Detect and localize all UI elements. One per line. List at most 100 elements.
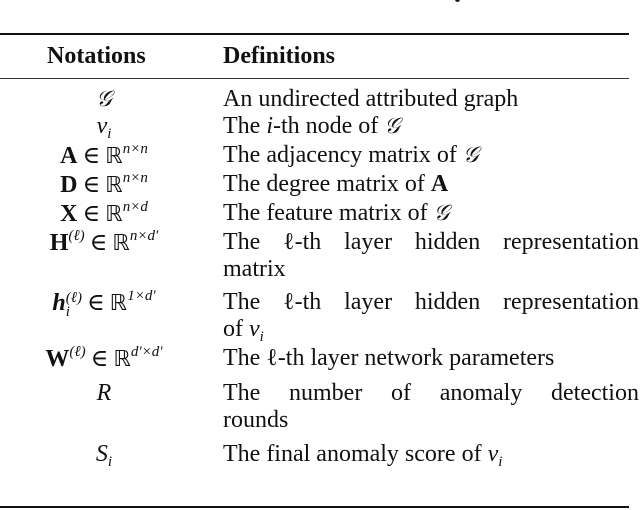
- subscript: i: [498, 454, 503, 470]
- word: layer: [344, 229, 393, 255]
- definition-cell: The ℓ-th layer hidden representation of …: [223, 289, 639, 345]
- text: The: [223, 113, 267, 139]
- subscript: i: [107, 126, 112, 142]
- dims: n×d: [122, 199, 148, 215]
- definition-line-1: The ℓ-th layer hidden representation: [223, 229, 639, 256]
- text: The adjacency matrix of: [223, 142, 463, 168]
- superscript: (ℓ): [69, 344, 86, 360]
- var: i: [266, 113, 273, 139]
- dims: d′×d′: [130, 344, 163, 360]
- definition-cell: The i-th node of 𝒢: [223, 113, 639, 140]
- symbol: h: [52, 290, 66, 316]
- symbol: 𝒢: [462, 143, 479, 168]
- definition-text: The i-th node of 𝒢: [223, 113, 639, 140]
- text: The degree matrix of: [223, 171, 431, 197]
- symbol: X: [60, 201, 78, 227]
- header-notations: Notations: [47, 43, 146, 69]
- symbol: v: [96, 113, 108, 139]
- space: ℝ: [105, 173, 123, 198]
- symbol: A: [430, 171, 449, 197]
- word: The: [223, 229, 261, 255]
- symbol: A: [60, 143, 78, 169]
- dims: n×n: [122, 170, 148, 186]
- dims: 1×d′: [127, 288, 156, 304]
- word: hidden: [414, 289, 481, 315]
- var: v: [249, 316, 260, 342]
- word: ℓ-th: [283, 229, 322, 255]
- symbol: 𝒢: [96, 87, 112, 112]
- relation: ∈: [82, 141, 101, 169]
- definition-cell: The feature matrix of 𝒢: [223, 200, 639, 227]
- word: The: [223, 380, 261, 406]
- definition-line-2: matrix: [223, 256, 286, 282]
- bottom-rule: [0, 506, 629, 509]
- mid-rule: [0, 78, 629, 80]
- definition-cell: The ℓ-th layer network parameters: [223, 345, 639, 372]
- word: hidden: [414, 229, 481, 255]
- space: ℝ: [112, 231, 130, 256]
- notation-cell: A ∈ ℝn×n: [0, 142, 208, 170]
- notation-cell: D ∈ ℝn×n: [0, 171, 208, 199]
- symbol: S: [95, 441, 108, 467]
- definition-text: The adjacency matrix of 𝒢: [223, 142, 639, 169]
- text: The final anomaly score of: [223, 441, 488, 467]
- notation-cell: W(ℓ) ∈ ℝd′×d′: [0, 345, 208, 373]
- caption-fragment: [455, 0, 460, 2]
- word: ℓ-th: [283, 289, 322, 315]
- definition-line-1: The ℓ-th layer hidden representation: [223, 289, 639, 316]
- relation: ∈: [82, 199, 101, 227]
- word: representation: [503, 289, 639, 315]
- notation-cell: vi: [0, 113, 208, 142]
- definition-text: The ℓ-th layer network parameters: [223, 345, 555, 371]
- superscript: (ℓ): [68, 228, 85, 244]
- definition-line-1: The number of anomaly detection: [223, 380, 639, 407]
- symbol: D: [60, 172, 78, 198]
- definition-cell: The ℓ-th layer hidden representation mat…: [223, 229, 639, 283]
- definition-cell: The number of anomaly detection rounds: [223, 380, 639, 434]
- dims: n×n: [122, 141, 148, 157]
- symbol: W: [45, 346, 70, 372]
- definition-text: The final anomaly score of vi: [223, 441, 639, 470]
- notation-cell: H(ℓ) ∈ ℝn×d′: [0, 229, 208, 257]
- word: of: [391, 380, 411, 406]
- notation-cell: Si: [0, 441, 208, 470]
- dims: n×d′: [129, 228, 159, 244]
- definition-text: The degree matrix of A: [223, 171, 639, 198]
- space: ℝ: [113, 347, 131, 372]
- space: ℝ: [105, 202, 123, 227]
- symbol: R: [96, 380, 112, 406]
- subscript: i: [65, 304, 70, 320]
- relation: ∈: [87, 288, 105, 316]
- relation: ∈: [89, 228, 108, 256]
- notation-cell: h (ℓ) i ∈ ℝ1×d′: [0, 288, 208, 320]
- top-rule: [0, 33, 629, 35]
- space: ℝ: [105, 144, 123, 169]
- definition-text: An undirected attributed graph: [223, 86, 519, 112]
- text: The feature matrix of: [223, 200, 434, 226]
- subscript: i: [259, 329, 264, 345]
- symbol: 𝒢: [433, 201, 450, 226]
- text: of: [223, 316, 249, 342]
- word: detection: [551, 380, 639, 406]
- word: layer: [344, 289, 393, 315]
- definition-cell: An undirected attributed graph: [223, 86, 639, 113]
- sup-sub: (ℓ) i: [65, 290, 82, 320]
- definition-cell: The final anomaly score of vi: [223, 441, 639, 470]
- space: ℝ: [109, 291, 128, 316]
- definition-cell: The degree matrix of A: [223, 171, 639, 198]
- superscript: (ℓ): [65, 290, 82, 306]
- text: -th node of: [272, 113, 385, 139]
- notation-cell: X ∈ ℝn×d: [0, 200, 208, 228]
- relation: ∈: [90, 344, 109, 372]
- definition-line-2: rounds: [223, 407, 289, 433]
- definition-cell: The adjacency matrix of 𝒢: [223, 142, 639, 169]
- word: number: [289, 380, 363, 406]
- definition-line-2: of vi: [223, 316, 639, 345]
- notation-cell: R: [0, 380, 208, 407]
- word: The: [223, 289, 261, 315]
- word: representation: [503, 229, 639, 255]
- subscript: i: [107, 454, 113, 470]
- notation-cell: 𝒢: [0, 86, 208, 113]
- var: v: [487, 441, 499, 467]
- symbol: H: [49, 230, 69, 256]
